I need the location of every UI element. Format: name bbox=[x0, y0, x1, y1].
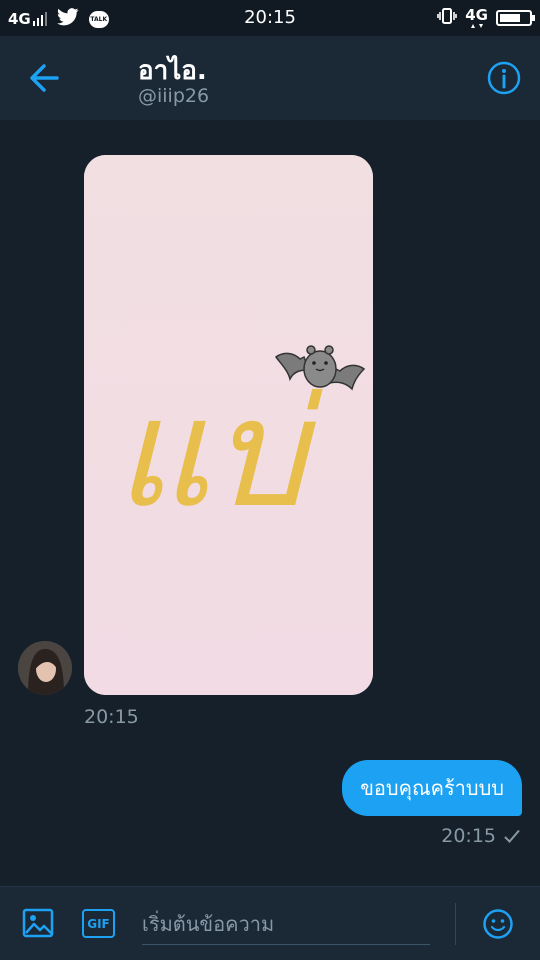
message-composer: GIF bbox=[0, 886, 540, 960]
avatar-image bbox=[18, 641, 72, 695]
add-gif-button[interactable]: GIF bbox=[82, 909, 115, 938]
incoming-image-message[interactable]: แบ่ bbox=[84, 155, 373, 695]
status-right: 4G bbox=[437, 5, 535, 29]
image-icon bbox=[22, 908, 54, 938]
add-photo-button[interactable] bbox=[22, 907, 54, 939]
status-bar: 4G TALK 20:15 4G bbox=[0, 0, 540, 36]
info-button[interactable] bbox=[486, 60, 522, 96]
incoming-timestamp: 20:15 bbox=[84, 706, 139, 728]
conversation-header: อาไอ. @iiip26 bbox=[0, 36, 540, 120]
outgoing-message-text: ขอบคุณคร้าบบบ bbox=[360, 776, 504, 800]
data-arrows-icon bbox=[470, 23, 483, 28]
gif-label: GIF bbox=[87, 916, 110, 931]
sender-avatar[interactable] bbox=[18, 641, 72, 695]
arrow-left-icon bbox=[30, 64, 59, 92]
back-button[interactable] bbox=[24, 56, 72, 100]
vibrate-icon bbox=[437, 7, 458, 29]
outgoing-meta: 20:15 bbox=[441, 825, 520, 847]
info-circle-icon bbox=[487, 61, 521, 95]
conversation-handle: @iiip26 bbox=[138, 85, 210, 107]
message-image: แบ่ bbox=[84, 155, 373, 695]
image-handwritten-text: แบ่ bbox=[114, 367, 323, 541]
message-input[interactable] bbox=[142, 903, 430, 945]
network-type-right: 4G bbox=[465, 5, 488, 29]
emoji-button[interactable] bbox=[482, 908, 514, 940]
emoji-icon bbox=[483, 909, 513, 939]
outgoing-timestamp: 20:15 bbox=[441, 825, 496, 847]
battery-icon bbox=[496, 10, 535, 26]
check-icon bbox=[504, 829, 520, 843]
network-type-right-label: 4G bbox=[465, 5, 488, 24]
outgoing-message-bubble[interactable]: ขอบคุณคร้าบบบ bbox=[342, 760, 522, 816]
composer-divider bbox=[455, 903, 456, 945]
